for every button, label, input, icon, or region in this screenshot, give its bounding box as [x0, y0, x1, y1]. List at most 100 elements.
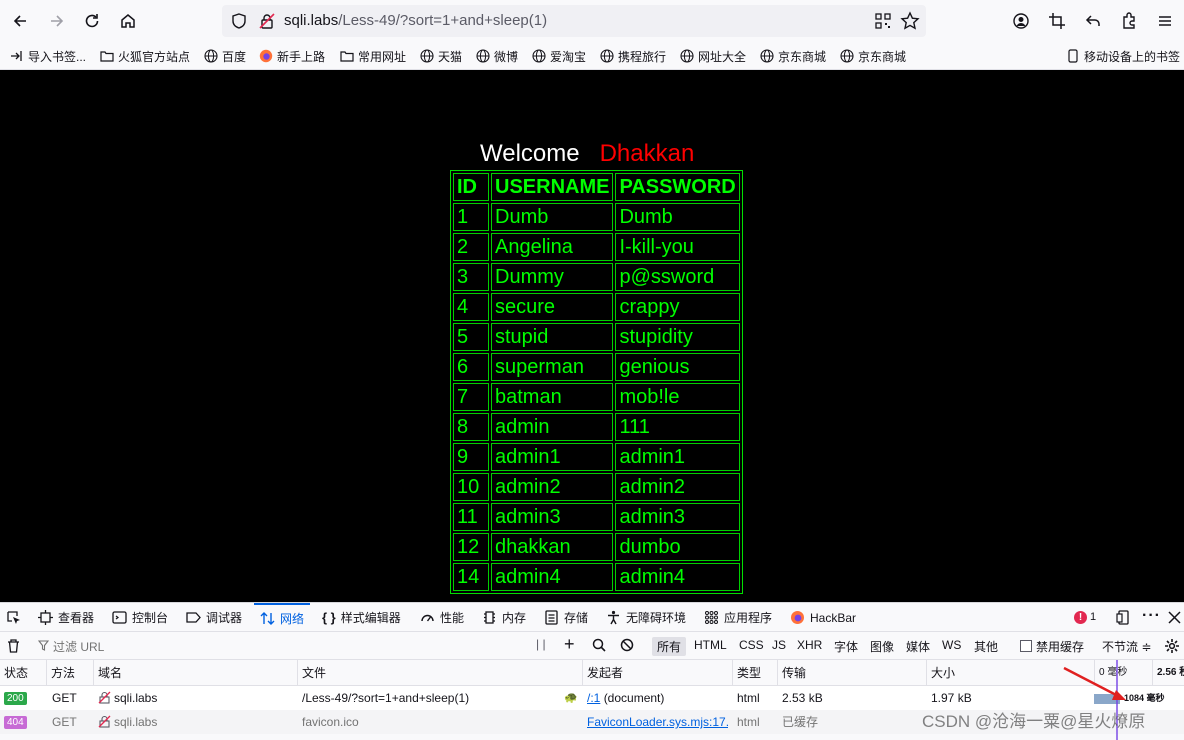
insecure-lock-icon[interactable]	[258, 12, 276, 30]
bookmark-label: 新手上路	[277, 49, 326, 64]
tab-performance[interactable]: 性能	[420, 603, 464, 632]
tab-network[interactable]: 网络	[254, 603, 311, 632]
bookmark-label: 移动设备上的书签	[1084, 49, 1181, 64]
throttle-select[interactable]: 不节流 ≑	[1102, 638, 1151, 655]
bookmark-import[interactable]: 导入书签...	[10, 47, 86, 65]
globe-icon	[840, 49, 854, 63]
mobile-device-icon	[1068, 49, 1078, 63]
request-row[interactable]: 200 GET sqli.labs /Less-49/?sort=1+and+s…	[0, 686, 1184, 710]
filter-url-input[interactable]: 过滤 URL	[53, 638, 104, 655]
pause-icon[interactable]: | |	[536, 637, 546, 651]
reload-button[interactable]	[78, 7, 106, 35]
bookmark-folder-firefox[interactable]: 火狐官方站点	[100, 47, 190, 65]
initiator-link[interactable]: FaviconLoader.sys.mjs:17...	[587, 715, 728, 729]
filter-type-font[interactable]: 字体	[834, 638, 858, 655]
pick-element-icon	[7, 611, 20, 624]
disable-cache-checkbox[interactable]	[1020, 640, 1032, 652]
cell-username: admin1	[491, 443, 614, 471]
filter-type-other[interactable]: 其他	[974, 638, 998, 655]
filter-type-html[interactable]: HTML	[694, 638, 727, 652]
dock-side-icon[interactable]	[1116, 610, 1131, 625]
table-header-row: ID USERNAME PASSWORD	[453, 173, 740, 201]
column-status[interactable]: 状态	[0, 660, 28, 686]
cell-id: 9	[453, 443, 489, 471]
block-icon[interactable]	[620, 638, 634, 652]
bookmark-baidu[interactable]: 百度	[204, 47, 246, 65]
filter-type-image[interactable]: 图像	[870, 638, 894, 655]
qr-code-icon[interactable]	[874, 12, 892, 30]
column-size[interactable]: 大小	[926, 660, 955, 686]
element-picker-button[interactable]	[6, 603, 21, 632]
crop-icon[interactable]	[1048, 12, 1066, 30]
initiator-note: (document)	[603, 691, 665, 705]
filter-type-xhr[interactable]: XHR	[797, 638, 822, 652]
tab-inspector[interactable]: 查看器	[38, 603, 94, 632]
tab-hackbar[interactable]: HackBar	[790, 603, 856, 632]
tab-style-editor[interactable]: { } 样式编辑器	[322, 603, 401, 632]
bookmark-ctrip[interactable]: 携程旅行	[600, 47, 666, 65]
cell-password: genious	[615, 353, 740, 381]
column-initiator[interactable]: 发起者	[582, 660, 623, 686]
forward-button[interactable]	[43, 7, 71, 35]
filter-type-css[interactable]: CSS	[739, 638, 764, 652]
request-file: favicon.ico	[302, 715, 359, 729]
cell-id: 2	[453, 233, 489, 261]
trash-icon[interactable]	[6, 638, 21, 653]
gear-icon[interactable]	[1164, 638, 1180, 654]
bookmark-star-icon[interactable]	[900, 11, 920, 31]
search-icon[interactable]	[592, 638, 606, 652]
extensions-icon[interactable]	[1120, 12, 1138, 30]
filter-type-js[interactable]: JS	[772, 638, 786, 652]
tab-storage[interactable]: 存储	[544, 603, 588, 632]
page-content: Welcome Dhakkan ID USERNAME PASSWORD 1 Dum…	[0, 70, 1184, 602]
column-method[interactable]: 方法	[46, 660, 75, 686]
more-options-icon[interactable]: ···	[1142, 607, 1161, 625]
tab-console[interactable]: 控制台	[112, 603, 168, 632]
cell-id: 7	[453, 383, 489, 411]
bookmark-jd-2[interactable]: 京东商城	[840, 47, 906, 65]
url-bar[interactable]: sqli.labs/Less-49/?sort=1+and+sleep(1)	[222, 5, 926, 37]
filter-type-ws[interactable]: WS	[942, 638, 961, 652]
cell-password: I-kill-you	[615, 233, 740, 261]
tab-accessibility[interactable]: 无障碍环境	[606, 603, 686, 632]
filter-type-media[interactable]: 媒体	[906, 638, 930, 655]
column-transfer[interactable]: 传输	[777, 660, 806, 686]
braces-icon: { }	[322, 610, 336, 625]
tab-debugger[interactable]: 调试器	[186, 603, 242, 632]
bookmark-label: 天猫	[438, 49, 463, 64]
error-count[interactable]: 1	[1090, 611, 1096, 623]
bookmark-getting-started[interactable]: 新手上路	[259, 47, 325, 65]
undo-icon[interactable]	[1084, 12, 1102, 30]
tab-label: 应用程序	[724, 611, 773, 625]
bookmark-weibo[interactable]: 微博	[476, 47, 518, 65]
table-row: 4 secure crappy	[453, 293, 740, 321]
bookmark-mobile[interactable]: 移动设备上的书签	[1066, 47, 1180, 65]
column-type[interactable]: 类型	[732, 660, 761, 686]
menu-icon[interactable]	[1156, 12, 1174, 30]
back-button[interactable]	[6, 7, 34, 35]
filter-type-all[interactable]: 所有	[652, 637, 687, 656]
tab-label: 内存	[502, 611, 527, 625]
bookmark-hao123[interactable]: 网址大全	[680, 47, 746, 65]
bookmarks-bar: 导入书签... 火狐官方站点 百度 新手上路 常用网址 天猫 微博 爱淘宝 携程…	[0, 42, 1184, 70]
close-icon[interactable]	[1168, 611, 1181, 624]
bookmark-aitaobao[interactable]: 爱淘宝	[532, 47, 586, 65]
shield-icon[interactable]	[230, 12, 248, 30]
tab-application[interactable]: 应用程序	[704, 603, 772, 632]
initiator-link[interactable]: /:1	[587, 691, 600, 705]
error-icon[interactable]: !	[1074, 611, 1087, 624]
cell-username: Dummy	[491, 263, 614, 291]
account-icon[interactable]	[1012, 12, 1030, 30]
add-request-icon[interactable]: +	[564, 634, 575, 655]
tab-memory[interactable]: 内存	[482, 603, 526, 632]
column-domain[interactable]: 域名	[93, 660, 122, 686]
table-row: 9 admin1 admin1	[453, 443, 740, 471]
bookmark-folder-common[interactable]: 常用网址	[340, 47, 406, 65]
column-file[interactable]: 文件	[297, 660, 326, 686]
home-button[interactable]	[114, 7, 142, 35]
bookmark-jd-1[interactable]: 京东商城	[760, 47, 826, 65]
table-row: 6 superman genious	[453, 353, 740, 381]
cell-username: Angelina	[491, 233, 614, 261]
url-text[interactable]: sqli.labs/Less-49/?sort=1+and+sleep(1)	[284, 12, 547, 29]
bookmark-tmall[interactable]: 天猫	[420, 47, 462, 65]
